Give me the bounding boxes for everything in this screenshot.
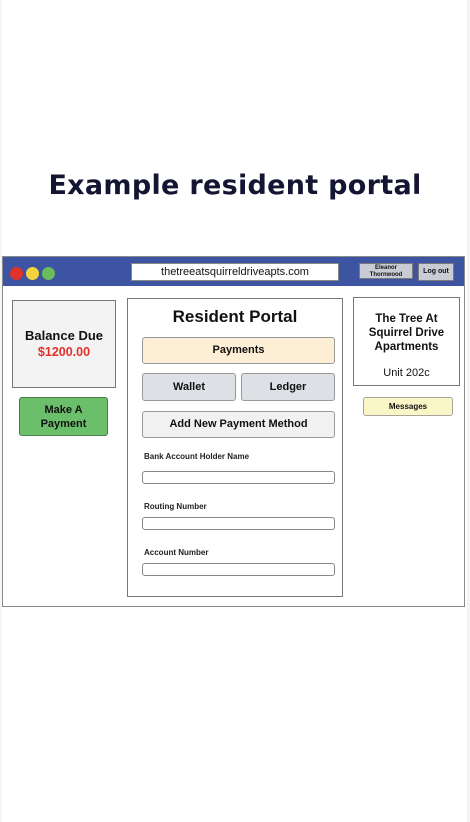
user-last-name: Thornwood: [369, 272, 403, 278]
account-holder-label: Bank Account Holder Name: [144, 452, 250, 461]
resident-portal-panel: Resident Portal Payments Wallet Ledger A…: [127, 298, 343, 597]
close-window-icon[interactable]: [10, 267, 23, 280]
make-payment-button[interactable]: Make A Payment: [19, 397, 108, 436]
wallet-button[interactable]: Wallet: [142, 373, 236, 401]
payments-button[interactable]: Payments: [142, 337, 335, 364]
account-holder-input[interactable]: [142, 471, 335, 484]
make-payment-label-line2: Payment: [40, 418, 87, 430]
account-number-label: Account Number: [144, 548, 209, 557]
messages-button[interactable]: Messages: [363, 397, 453, 416]
account-number-input[interactable]: [142, 563, 335, 576]
logout-button[interactable]: Log out: [418, 263, 454, 281]
routing-number-label: Routing Number: [144, 502, 207, 511]
minimize-window-icon[interactable]: [26, 267, 39, 280]
apartment-name: The Tree At Squirrel Drive Apartments: [354, 312, 459, 354]
portal-title: Resident Portal: [172, 307, 298, 326]
balance-due-label: Balance Due: [24, 328, 104, 343]
address-bar[interactable]: thetreeatsquirreldriveapts.com: [131, 263, 339, 281]
balance-panel: Balance Due $1200.00: [12, 300, 116, 388]
routing-number-input[interactable]: [142, 517, 335, 530]
ledger-button[interactable]: Ledger: [241, 373, 335, 401]
browser-titlebar: thetreeatsquirreldriveapts.com Eleanor T…: [3, 257, 464, 286]
balance-amount: $1200.00: [37, 345, 91, 359]
add-payment-method-button[interactable]: Add New Payment Method: [142, 411, 335, 438]
apartment-name-line2: Squirrel Drive: [368, 327, 445, 339]
page-heading: Example resident portal: [48, 170, 422, 201]
user-first-name: Eleanor: [374, 265, 397, 271]
unit-number: Unit 202c: [383, 367, 430, 379]
browser-window: thetreeatsquirreldriveapts.com Eleanor T…: [2, 256, 465, 607]
apartment-name-line3: Apartments: [374, 341, 439, 353]
apartment-name-line1: The Tree At: [375, 313, 438, 325]
apartment-info-panel: The Tree At Squirrel Drive Apartments Un…: [353, 297, 460, 386]
maximize-window-icon[interactable]: [42, 267, 55, 280]
make-payment-label-line1: Make A: [44, 404, 83, 416]
user-account-button[interactable]: Eleanor Thornwood: [359, 263, 413, 279]
